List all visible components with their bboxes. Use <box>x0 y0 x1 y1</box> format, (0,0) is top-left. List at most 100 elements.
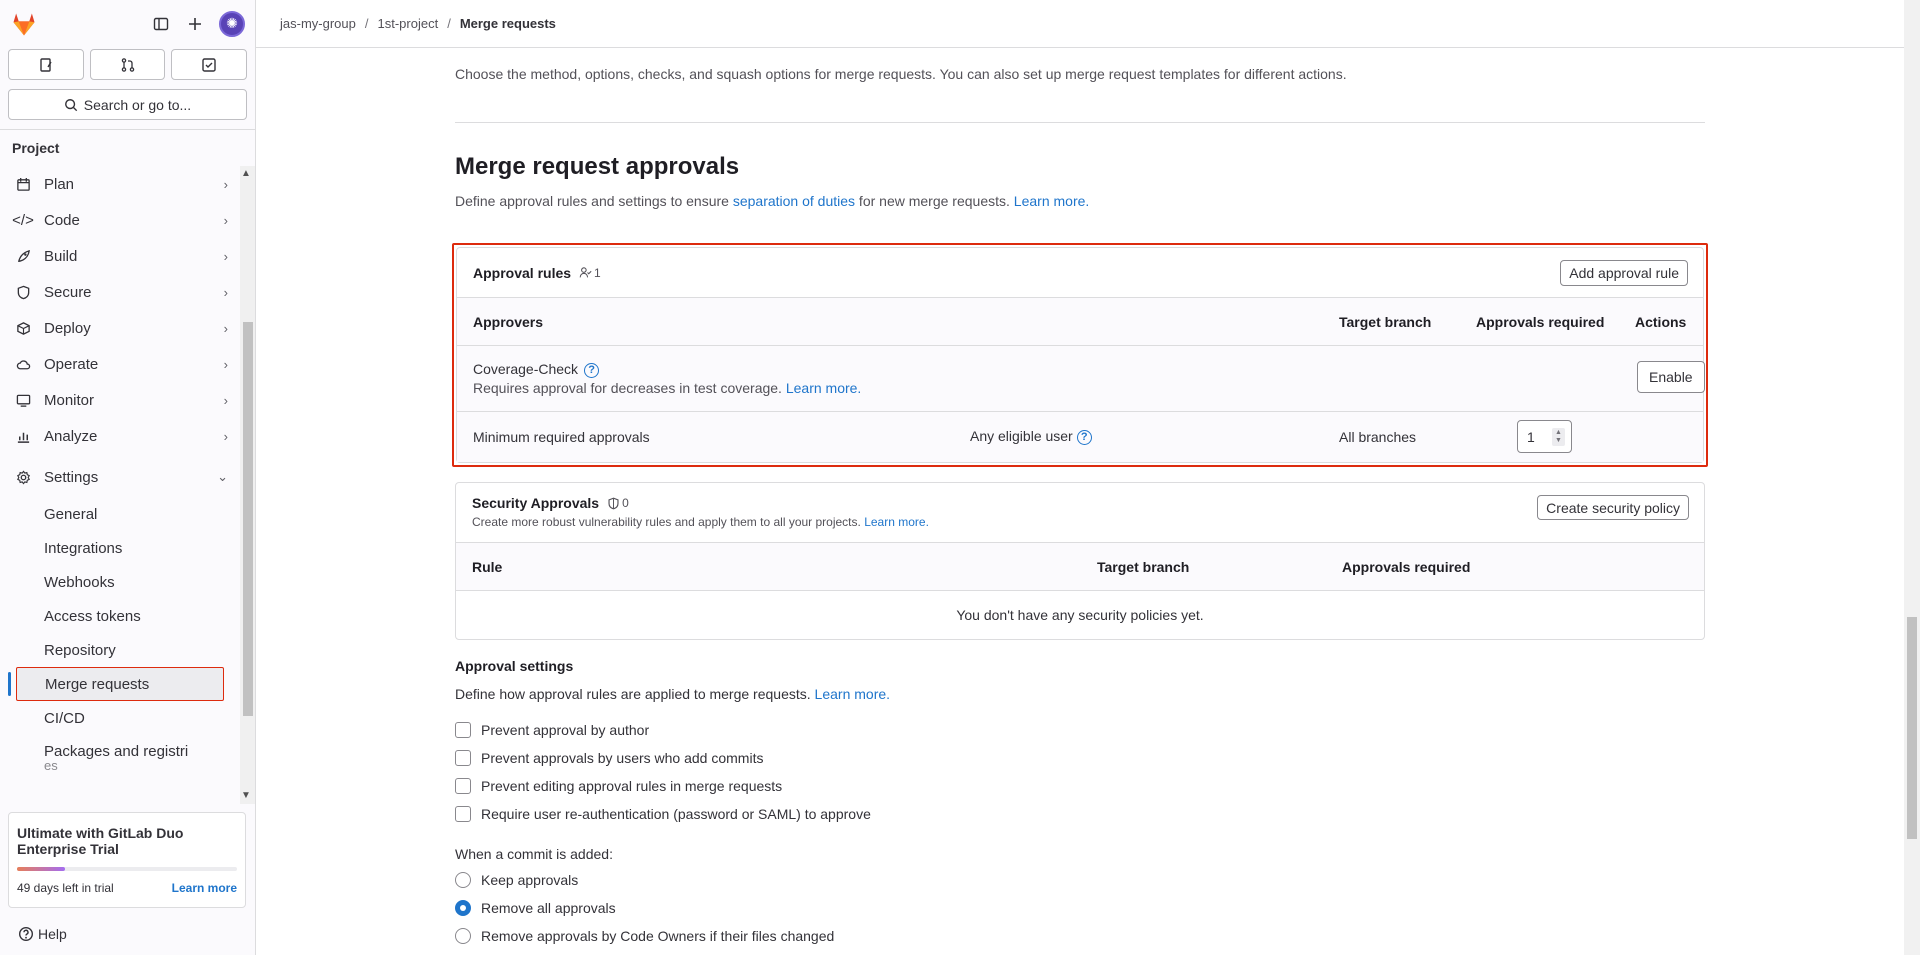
plus-icon[interactable] <box>185 14 205 34</box>
merge-requests-button[interactable] <box>89 49 166 80</box>
stepper-arrows-icon[interactable]: ▲ ▼ <box>1552 427 1565 446</box>
sidebar-item-label: Merge requests <box>45 675 150 693</box>
approval-settings-title: Approval settings <box>455 658 574 674</box>
help-icon <box>18 926 34 942</box>
chevron-down-icon: ⌄ <box>217 469 228 484</box>
radio-button[interactable] <box>455 872 471 888</box>
security-learn-more-link[interactable]: Learn more. <box>864 515 929 529</box>
main-content: Choose the method, options, checks, and … <box>452 48 1708 944</box>
sidebar-subitem-packages[interactable]: Packages and registri <box>0 735 240 760</box>
sidebar-nav: Plan › </> Code › Build › Secure › Deplo… <box>0 166 240 804</box>
sidebar-item-analyze[interactable]: Analyze › <box>0 418 240 454</box>
sidebar-subitem-access-tokens[interactable]: Access tokens <box>0 599 240 633</box>
checkbox-label: Prevent approvals by users who add commi… <box>481 750 764 766</box>
create-security-policy-button[interactable]: Create security policy <box>1537 495 1689 520</box>
column-target-branch: Target branch <box>1097 558 1190 575</box>
user-avatar[interactable]: ✺ <box>219 10 245 37</box>
checkbox[interactable] <box>455 722 471 738</box>
radio-label: Keep approvals <box>481 872 579 888</box>
sidebar-item-build[interactable]: Build › <box>0 238 240 274</box>
breadcrumb-current[interactable]: Merge requests <box>460 16 556 31</box>
sidebar-subitem-cicd[interactable]: CI/CD <box>0 701 240 735</box>
sidebar-item-operate[interactable]: Operate › <box>0 346 240 382</box>
trial-learn-more-link[interactable]: Learn more <box>172 881 237 895</box>
gitlab-logo-icon[interactable] <box>10 10 38 38</box>
breadcrumb-group[interactable]: jas-my-group <box>280 16 356 31</box>
approvals-description: Define approval rules and settings to en… <box>455 193 1705 209</box>
sidebar-item-monitor[interactable]: Monitor › <box>0 382 240 418</box>
breadcrumb: jas-my-group / 1st-project / Merge reque… <box>256 0 1904 48</box>
sidebar-item-settings[interactable]: Settings ⌄ <box>0 459 240 495</box>
sidebar-subitem-webhooks[interactable]: Webhooks <box>0 565 240 599</box>
coverage-learn-more-link[interactable]: Learn more. <box>786 380 861 396</box>
radio-button-selected[interactable] <box>455 900 471 916</box>
sidebar-subitem-general[interactable]: General <box>0 497 240 531</box>
help-question-icon[interactable]: ? <box>1076 429 1092 445</box>
radio-remove-all-approvals[interactable]: Remove all approvals <box>455 894 1705 922</box>
search-icon <box>64 98 77 111</box>
gear-icon <box>14 468 32 486</box>
search-button[interactable]: Search or go to... <box>8 89 247 120</box>
help-question-icon[interactable]: ? <box>584 362 600 378</box>
radio-button[interactable] <box>455 928 471 944</box>
minimum-approvals-name: Minimum required approvals <box>473 429 650 445</box>
chevron-right-icon: › <box>223 248 228 264</box>
deploy-icon <box>14 319 32 337</box>
security-table-header: Rule Target branch Approvals required <box>456 543 1704 591</box>
checkbox-prevent-editing-rules[interactable]: Prevent editing approval rules in merge … <box>455 772 1705 800</box>
checkbox-label: Require user re-authentication (password… <box>481 806 871 822</box>
learn-more-link[interactable]: Learn more. <box>1014 193 1089 209</box>
column-target-branch: Target branch <box>1339 313 1432 330</box>
checkbox[interactable] <box>455 778 471 794</box>
sidebar-subitem-integrations[interactable]: Integrations <box>0 531 240 565</box>
sidebar-item-label: Settings <box>44 468 99 486</box>
sidebar-item-plan[interactable]: Plan › <box>0 166 240 202</box>
security-approvals-title: Security Approvals <box>472 495 600 511</box>
chevron-right-icon: › <box>223 392 228 408</box>
checkbox-prevent-approval-by-author[interactable]: Prevent approval by author <box>455 716 1705 744</box>
approvals-required-stepper[interactable]: 1 ▲ ▼ <box>1517 420 1572 453</box>
help-button[interactable]: Help <box>18 926 67 942</box>
approval-rules-card: Approval rules 1 Add approval rule Appro… <box>456 247 1705 463</box>
sidebar-subitem-repository[interactable]: Repository <box>0 633 240 667</box>
scroll-up-icon[interactable]: ▲ <box>241 168 251 179</box>
trial-title: Ultimate with GitLab Duo Enterprise Tria… <box>17 825 184 857</box>
chevron-right-icon: › <box>223 320 228 336</box>
collapse-sidebar-icon[interactable] <box>151 14 171 34</box>
todo-button[interactable] <box>171 49 248 80</box>
shield-icon <box>608 497 619 509</box>
checkbox-prevent-approvals-by-committers[interactable]: Prevent approvals by users who add commi… <box>455 744 1705 772</box>
desc-text-2: for new merge requests. <box>855 193 1014 209</box>
sidebar-item-label: Monitor <box>44 391 95 409</box>
sidebar-item-code[interactable]: </> Code › <box>0 202 240 238</box>
approval-settings-desc-wrap: Define how approval rules are applied to… <box>455 686 1705 702</box>
sidebar-subitem-merge-requests[interactable]: Merge requests <box>8 667 224 701</box>
approval-rules-highlight: Approval rules 1 Add approval rule Appro… <box>452 243 1708 467</box>
checkbox[interactable] <box>455 806 471 822</box>
sidebar-item-label: Code <box>44 211 80 229</box>
radio-keep-approvals[interactable]: Keep approvals <box>455 866 1705 894</box>
sidebar-item-deploy[interactable]: Deploy › <box>0 310 240 346</box>
rocket-icon <box>14 247 32 265</box>
sidebar-scrollbar-thumb[interactable] <box>243 322 253 716</box>
separation-of-duties-link[interactable]: separation of duties <box>733 193 855 209</box>
enable-coverage-check-button[interactable]: Enable <box>1637 361 1705 393</box>
security-approvals-subtitle-wrap: Create more robust vulnerability rules a… <box>472 515 1689 529</box>
checkbox[interactable] <box>455 750 471 766</box>
page-scrollbar-thumb[interactable] <box>1907 617 1917 839</box>
scroll-down-icon[interactable]: ▼ <box>241 790 251 801</box>
approval-settings-learn-more-link[interactable]: Learn more. <box>815 686 890 702</box>
chevron-right-icon: › <box>223 356 228 372</box>
coverage-check-name: Coverage-Check <box>473 361 579 377</box>
approval-settings: Approval settings Define how approval ru… <box>455 658 1705 950</box>
merge-request-icon <box>121 57 134 72</box>
radio-remove-code-owner-approvals[interactable]: Remove approvals by Code Owners if their… <box>455 922 1705 950</box>
issues-button[interactable] <box>8 49 84 80</box>
add-approval-rule-button[interactable]: Add approval rule <box>1560 259 1688 286</box>
sidebar-item-secure[interactable]: Secure › <box>0 274 240 310</box>
checkbox-require-reauth[interactable]: Require user re-authentication (password… <box>455 800 1705 828</box>
breadcrumb-project[interactable]: 1st-project <box>377 16 438 31</box>
trial-days-left: 49 days left in trial <box>17 881 114 895</box>
plan-icon <box>14 175 32 193</box>
trial-progress-fill <box>17 867 66 871</box>
